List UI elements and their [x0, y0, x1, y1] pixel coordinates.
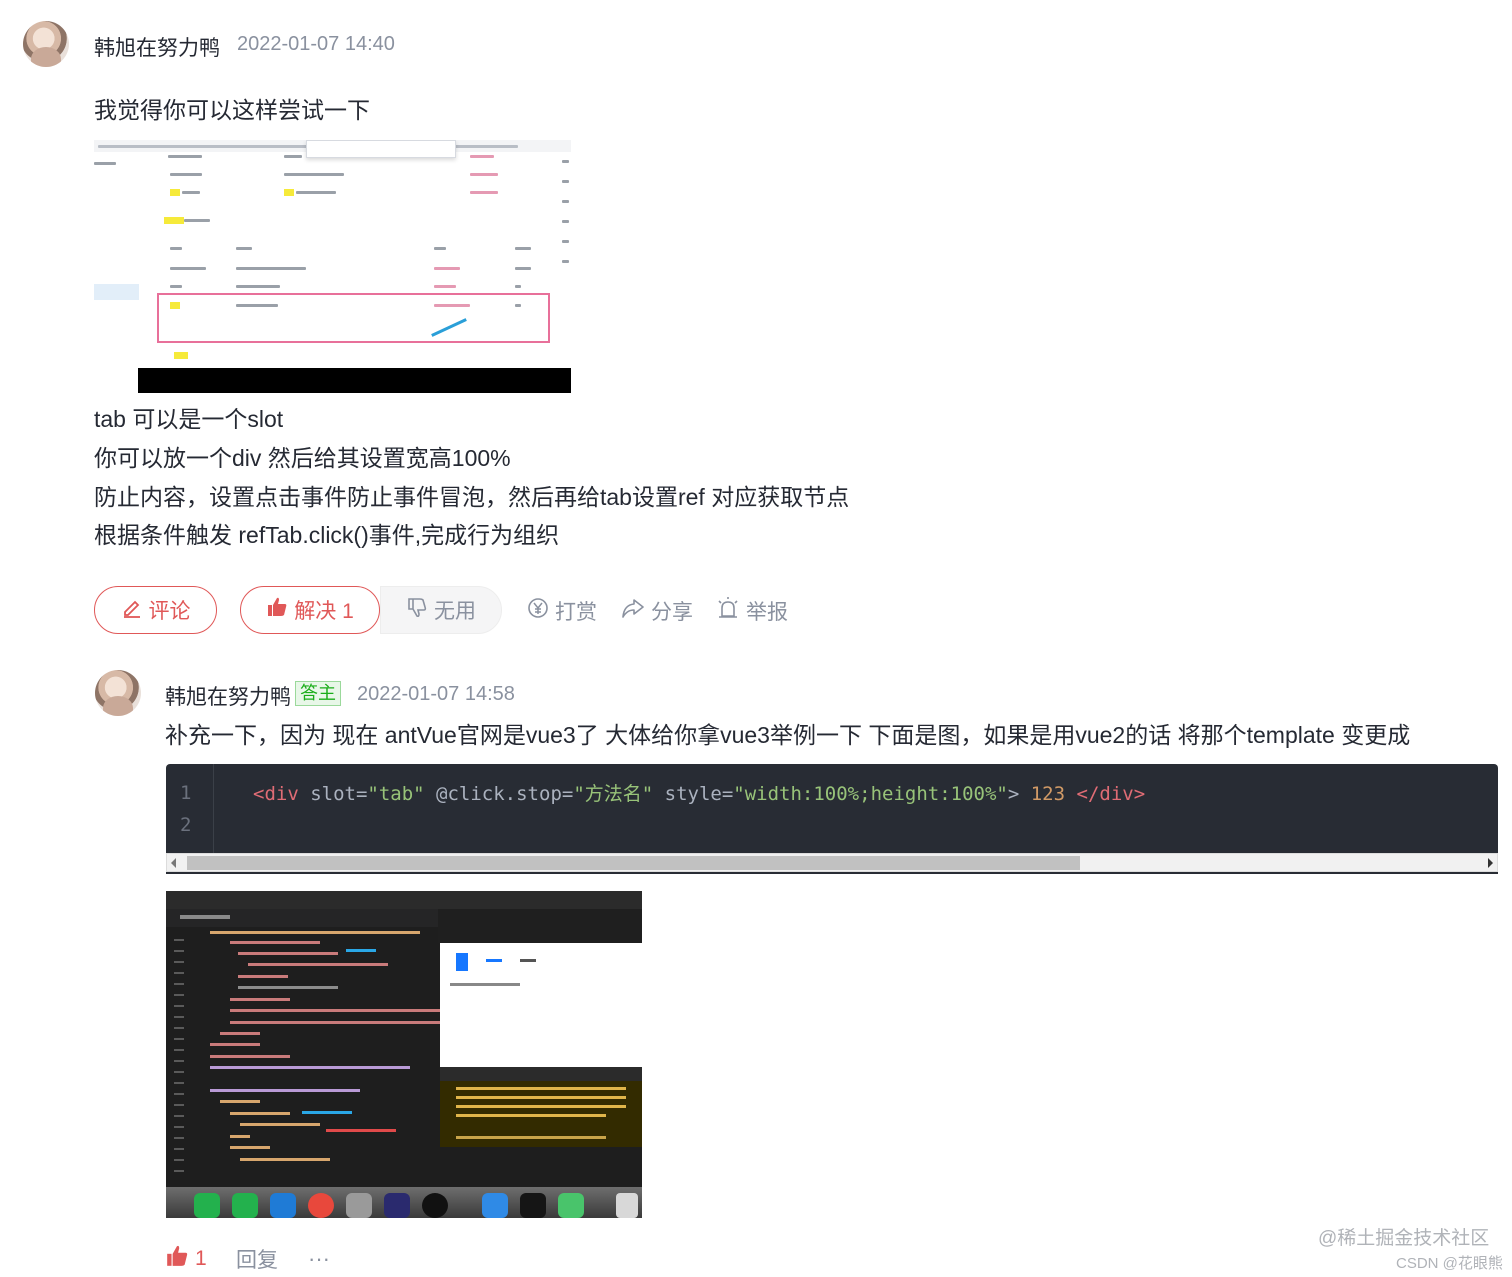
avatar[interactable] [95, 670, 141, 716]
reply-screenshot[interactable] [166, 891, 642, 1218]
code-open-tag: <div [253, 783, 299, 805]
report-label: 举报 [746, 601, 788, 624]
code-attr: @click.stop= [424, 783, 574, 805]
edit-icon [121, 596, 143, 624]
comment-line: 防止内容，设置点击事件防止事件冒泡，然后再给tab设置ref 对应获取节点 [94, 484, 850, 510]
thumbs-up-icon [165, 1244, 189, 1274]
reward-label: 打赏 [555, 601, 597, 624]
scrollbar-thumb[interactable] [187, 856, 1080, 870]
like-count: 1 [195, 1247, 207, 1270]
author-name[interactable]: 韩旭在努力鸭 [94, 32, 220, 62]
share-label: 分享 [651, 601, 693, 624]
avatar[interactable] [23, 21, 69, 67]
report-button[interactable]: 举报 [716, 596, 788, 626]
line-number: 1 [180, 782, 192, 804]
yen-icon [527, 597, 549, 625]
reply-button[interactable]: 回复 [236, 1244, 278, 1274]
alarm-icon [716, 596, 740, 626]
comment-button[interactable]: 评论 [94, 586, 217, 634]
comment-line: 根据条件触发 refTab.click()事件,完成行为组织 [94, 522, 560, 548]
scroll-right-arrow-icon[interactable] [1488, 858, 1493, 868]
author-badge: 答主 [295, 681, 341, 706]
reward-button[interactable]: 打赏 [527, 596, 597, 626]
line-number: 2 [180, 814, 192, 836]
reply-like-button[interactable]: 1 [165, 1244, 207, 1274]
more-options-button[interactable]: ··· [308, 1244, 330, 1274]
useless-button-label: 无用 [434, 600, 476, 623]
code-attr: slot= [298, 783, 368, 805]
comment-line: 你可以放一个div 然后给其设置宽高100% [94, 445, 511, 471]
code-value: "方法名" [573, 783, 654, 805]
comment-button-label: 评论 [148, 600, 191, 623]
thumbs-up-icon [266, 596, 288, 624]
solve-button-label: 解决 1 [294, 600, 354, 623]
solve-button[interactable]: 解决 1 [240, 586, 380, 634]
csdn-watermark: CSDN @花眼熊 [1396, 1255, 1503, 1272]
comment-time: 2022-01-07 14:40 [237, 33, 395, 55]
code-value: "width:100%;height:100%" [733, 783, 1008, 805]
code-content: 123 [1019, 783, 1077, 805]
reply-time: 2022-01-07 14:58 [357, 683, 515, 705]
code-horizontal-scrollbar[interactable] [166, 853, 1498, 872]
reply-text: 补充一下，因为 现在 antVue官网是vue3了 大体给你拿vue3举例一下 … [165, 722, 1411, 748]
code-value: "tab" [367, 783, 425, 805]
code-attr: style= [653, 783, 734, 805]
line-number-gutter: 1 2 [166, 764, 214, 854]
code-gt: > [1007, 783, 1020, 805]
juejin-watermark: @稀土掘金技术社区 [1318, 1228, 1490, 1249]
thumbs-down-icon [406, 596, 428, 624]
reply-author-name[interactable]: 韩旭在努力鸭 [165, 681, 291, 711]
share-button[interactable]: 分享 [621, 596, 693, 626]
scroll-left-arrow-icon[interactable] [171, 858, 176, 868]
useless-button[interactable]: 无用 [380, 586, 502, 634]
comment-line: tab 可以是一个slot [94, 406, 284, 432]
code-line: <div slot="tab" @click.stop="方法名" style=… [253, 779, 1145, 806]
comment-screenshot[interactable] [94, 140, 571, 393]
comment-intro: 我觉得你可以这样尝试一下 [94, 97, 370, 123]
code-close-tag: </div> [1076, 783, 1146, 805]
share-icon [621, 597, 645, 625]
